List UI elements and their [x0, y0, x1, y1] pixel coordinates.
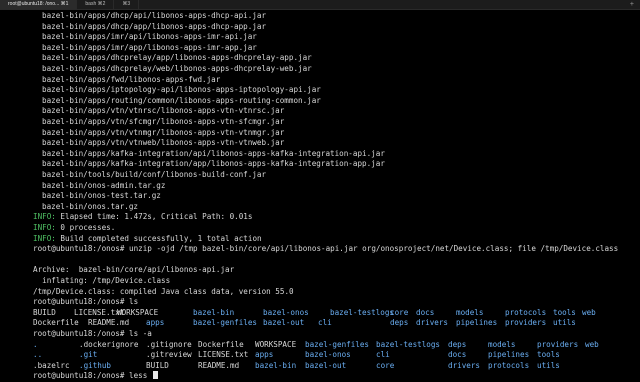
lsa-entry: .git — [79, 350, 98, 360]
ls-entry: README.md — [88, 318, 130, 328]
ls-entry: pipelines — [456, 318, 498, 328]
command-ls: root@ubuntu18:/onos# ls — [33, 297, 139, 307]
lsa-entry: .gitreview — [146, 350, 192, 360]
ls-entry: bazel-out — [263, 318, 305, 328]
lsa-entry: .. — [33, 350, 43, 360]
lsa-entry: tools — [537, 350, 560, 360]
info-line: INFO: Elapsed time: 1.472s, Critical Pat… — [33, 212, 252, 223]
lsa-entry: .bazelrc — [33, 360, 70, 370]
current-prompt[interactable]: root@ubuntu18:/onos# less — [33, 371, 158, 382]
lsa-entry: bazel-out — [305, 360, 347, 370]
ls-entry: utils — [553, 318, 576, 328]
info-tag: INFO: — [33, 223, 56, 232]
ls-entry: Dockerfile — [33, 318, 79, 328]
tab-3[interactable]: ⌘3 — [114, 0, 140, 9]
info-text: 0 processes. — [55, 223, 116, 232]
build-output-line: bazel-bin/apps/vtn/vtnweb/libonos-apps-v… — [42, 138, 285, 148]
build-output-line: bazel-bin/apps/iptopology-api/libonos-ap… — [42, 85, 321, 95]
build-output-line: bazel-bin/apps/routing/common/libonos-ap… — [42, 95, 321, 105]
lsa-entry: bazel-onos — [305, 350, 351, 360]
lsa-entry: docs — [448, 350, 467, 360]
build-output-line: bazel-bin/apps/kafka-integration/app/lib… — [42, 159, 385, 169]
lsa-entry: drivers — [448, 360, 481, 370]
build-output-line: bazel-bin/apps/fwd/libonos-apps-fwd.jar — [42, 74, 221, 84]
build-output-line: bazel-bin/apps/dhcprelay/app/libonos-app… — [42, 53, 312, 63]
build-output-line: bazel-bin/apps/vtn/sfcmgr/libonos-apps-v… — [42, 117, 285, 126]
lsa-entry: .github — [79, 360, 112, 370]
ls-entry: bazel-genfiles — [193, 318, 258, 328]
lsa-entry: .gitignore — [146, 339, 192, 349]
file-result-line: /tmp/Device.class: compiled Java class d… — [33, 286, 294, 296]
lsa-entry: models — [488, 339, 516, 349]
ls-entry: core — [390, 307, 409, 317]
lsa-entry: WORKSPACE — [255, 339, 297, 349]
lsa-entry: bazel-genfiles — [305, 339, 370, 349]
ls-entry: drivers — [416, 318, 449, 328]
lsa-entry: core — [376, 360, 395, 370]
ls-entry: tools — [553, 307, 576, 317]
ls-entry: BUILD — [33, 307, 56, 317]
ls-entry: bazel-onos — [263, 307, 309, 317]
build-output-line: bazel-bin/onos-test.tar.gz — [42, 191, 161, 201]
info-line: INFO: 0 processes. — [33, 223, 115, 234]
command-ls-a: root@ubuntu18:/onos# ls -a — [33, 329, 152, 338]
command-unzip: root@ubuntu18:/onos# unzip -ojd /tmp baz… — [33, 244, 619, 254]
info-line: INFO: Build completed successfully, 1 to… — [33, 234, 262, 245]
lsa-entry: bazel-bin — [255, 360, 297, 370]
lsa-entry: web — [585, 339, 599, 349]
build-output-line: bazel-bin/apps/vtn/vtnmgr/libonos-apps-v… — [42, 127, 285, 137]
info-text: Build completed successfully, 1 total ac… — [55, 233, 262, 243]
build-output-line: bazel-bin/apps/dhcp/app/libonos-apps-dhc… — [42, 21, 267, 31]
inflating-line: inflating: /tmp/Device.class — [33, 276, 171, 285]
lsa-entry: LICENSE.txt — [198, 350, 249, 360]
lsa-entry: apps — [255, 350, 274, 360]
terminal-tab-bar: root@ubuntu18: /ono... ⌘1 bash ⌘2 ⌘3 + — [0, 0, 640, 10]
lsa-entry: pipelines — [488, 350, 530, 360]
lsa-entry: utils — [537, 360, 560, 370]
ls-entry: cli — [318, 318, 332, 328]
lsa-entry: Dockerfile — [198, 339, 244, 349]
ls-entry: WORKSPACE — [117, 307, 159, 317]
lsa-entry: README.md — [198, 360, 240, 370]
build-output-line: bazel-bin/onos-admin.tar.gz — [42, 180, 166, 190]
ls-entry: docs — [416, 307, 435, 317]
build-output-line: bazel-bin/apps/dhcp/api/libonos-apps-dhc… — [42, 11, 267, 20]
prompt-text: root@ubuntu18:/onos# less — [33, 371, 152, 381]
ls-entry: bazel-testlogs — [330, 307, 395, 317]
ls-entry: deps — [390, 318, 409, 328]
ls-entry: apps — [146, 318, 165, 328]
terminal-screen[interactable]: bazel-bin/apps/dhcp/api/libonos-apps-dhc… — [0, 11, 640, 380]
build-output-line: bazel-bin/tools/build/conf/libonos-build… — [42, 170, 267, 179]
lsa-entry: deps — [448, 339, 467, 349]
build-output-line: bazel-bin/apps/imr/api/libonos-apps-imr-… — [42, 32, 257, 42]
lsa-entry: protocols — [488, 360, 530, 370]
build-output-line: bazel-bin/apps/dhcprelay/web/libonos-app… — [42, 64, 312, 73]
ls-entry: models — [456, 307, 484, 317]
cursor-block — [152, 371, 158, 380]
lsa-entry: providers — [537, 339, 579, 349]
ls-entry: bazel-bin — [193, 307, 235, 317]
info-text: Elapsed time: 1.472s, Critical Path: 0.0… — [55, 212, 253, 222]
tab-bash[interactable]: bash ⌘2 — [77, 0, 115, 9]
ls-entry: protocols — [505, 307, 547, 317]
ls-entry: web — [582, 307, 596, 317]
build-output-line: bazel-bin/apps/kafka-integration/api/lib… — [42, 148, 385, 158]
build-output-line: bazel-bin/apps/vtn/vtnrsc/libonos-apps-v… — [42, 106, 285, 116]
lsa-entry: .dockerignore — [79, 339, 139, 349]
lsa-entry: cli — [376, 350, 390, 360]
new-tab-icon[interactable]: + — [624, 1, 640, 8]
build-output-line: bazel-bin/onos.tar.gz — [42, 201, 139, 211]
ls-entry: providers — [505, 318, 547, 328]
tab-root-onos[interactable]: root@ubuntu18: /ono... ⌘1 — [0, 0, 78, 9]
lsa-entry: BUILD — [146, 360, 169, 370]
archive-line: Archive: bazel-bin/core/api/libonos-api.… — [33, 265, 235, 275]
info-tag: INFO: — [33, 233, 56, 243]
info-tag: INFO: — [33, 212, 56, 222]
lsa-entry: . — [33, 339, 38, 349]
build-output-line: bazel-bin/apps/imr/app/libonos-apps-imr-… — [42, 42, 257, 52]
lsa-entry: bazel-testlogs — [376, 339, 441, 349]
